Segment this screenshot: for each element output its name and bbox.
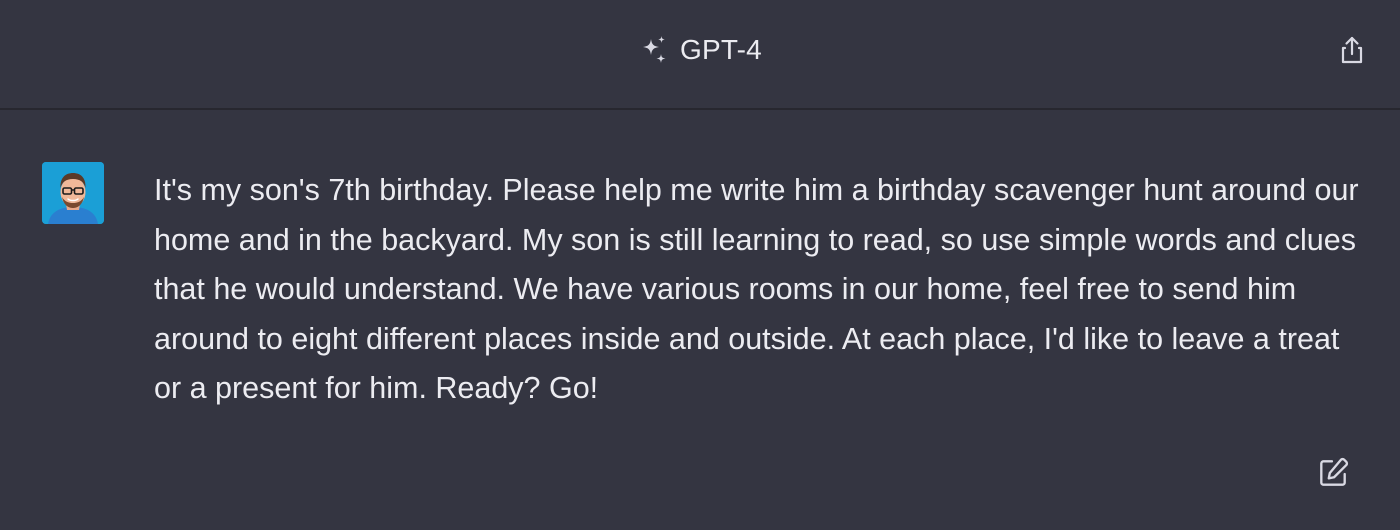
model-name: GPT-4: [680, 34, 762, 65]
model-title[interactable]: GPT-4: [0, 26, 1400, 74]
share-icon: [1336, 34, 1368, 66]
message-text: It's my son's 7th birthday. Please help …: [154, 173, 1359, 405]
chat-header: GPT-4: [0, 0, 1400, 110]
edit-icon: [1316, 456, 1350, 490]
edit-button[interactable]: [1312, 452, 1354, 494]
user-message: It's my son's 7th birthday. Please help …: [0, 112, 1400, 530]
share-button[interactable]: [1332, 30, 1372, 70]
user-avatar: [42, 162, 104, 224]
sparkle-icon: [638, 34, 670, 66]
